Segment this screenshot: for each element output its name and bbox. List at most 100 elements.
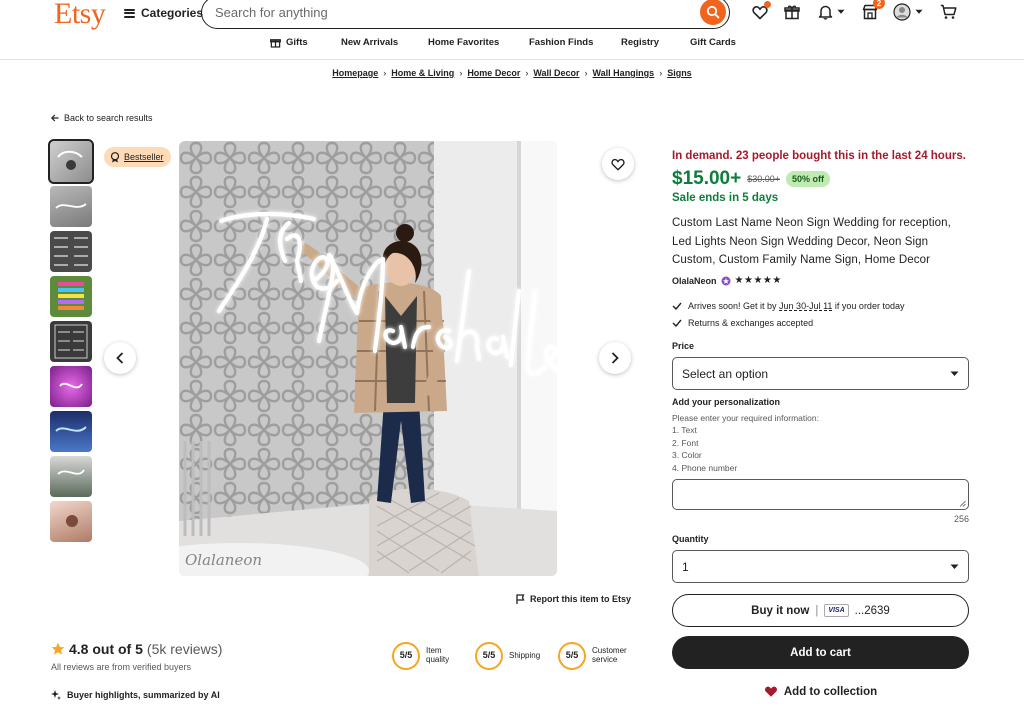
menu-icon (124, 8, 135, 18)
caret-down-icon (950, 371, 959, 376)
thumbnail-7[interactable] (50, 411, 92, 452)
buy-now-label: Buy it now (751, 604, 810, 617)
thumbnail-5[interactable] (50, 321, 92, 362)
thumbnail-3[interactable] (50, 231, 92, 272)
original-price: $30.00+ (747, 174, 781, 184)
instruction-line: 4. Phone number (672, 462, 738, 473)
discount-badge: 50% off (786, 171, 831, 187)
breadcrumb: Homepage › Home & Living › Home Decor › Wall D… (332, 68, 692, 78)
shop-rating-stars: ★★★★★ (734, 275, 782, 286)
cart-button[interactable] (937, 1, 959, 23)
sale-ends-notice: Sale ends in 5 days (672, 192, 779, 204)
returns-text[interactable]: Returns & exchanges accepted (688, 318, 813, 328)
nav-home-favorites[interactable]: Home Favorites (428, 37, 499, 48)
metric-item-quality: 5/5 Item quality (392, 642, 449, 670)
thumbnail-2[interactable] (50, 186, 92, 227)
price-row: $15.00+ $30.00+ 50% off (672, 168, 969, 190)
metric-label: Shipping (509, 650, 541, 660)
breadcrumb-wall-decor[interactable]: Wall Decor (533, 68, 579, 78)
categories-label: Categories (141, 6, 204, 20)
add-to-collection-label: Add to collection (783, 685, 878, 698)
add-to-collection-button[interactable]: Add to collection (672, 685, 969, 698)
arrival-dates[interactable]: Jun 30-Jul 11 (779, 301, 832, 311)
next-image-button[interactable] (599, 342, 631, 374)
shop-manager-button[interactable]: 2 (859, 0, 885, 23)
star-icon (51, 642, 65, 655)
nav-gifts[interactable]: Gifts (270, 37, 308, 48)
shop-name[interactable]: OlalaNeon (672, 276, 717, 286)
gift-icon (784, 5, 800, 20)
thumbnail-9[interactable] (50, 501, 92, 542)
nav-registry[interactable]: Registry (621, 37, 659, 48)
personalization-instructions: Please enter your required information: … (672, 412, 969, 474)
metric-score: 5/5 (558, 642, 586, 670)
search-button[interactable] (700, 0, 726, 25)
main-product-image[interactable]: Olalaneon (179, 141, 557, 576)
ai-highlights-heading: Buyer highlights, summarized by AI (51, 690, 220, 700)
quantity-value: 1 (682, 559, 689, 574)
award-icon (110, 151, 120, 162)
breadcrumb-home-living[interactable]: Home & Living (391, 68, 454, 78)
favorites-button[interactable] (749, 1, 771, 23)
metric-label: quality (426, 655, 450, 664)
etsy-logo[interactable]: Etsy (54, 0, 106, 31)
back-to-search-link[interactable]: Back to search results (51, 113, 153, 123)
bestseller-badge: Bestseller (104, 147, 171, 167)
search-input[interactable] (215, 5, 685, 20)
metric-customer-service: 5/5 Customer service (558, 642, 627, 670)
buy-it-now-button[interactable]: Buy it now | VISA ...2639 (672, 594, 969, 627)
breadcrumb-signs[interactable]: Signs (667, 68, 692, 78)
rating-summary: 4.8 out of 5 (5k reviews) (51, 641, 222, 657)
resize-handle-icon[interactable] (959, 500, 966, 507)
report-item-link[interactable]: Report this item to Etsy (516, 594, 631, 604)
heart-filled-icon (764, 686, 777, 697)
thumbnail-6[interactable] (50, 366, 92, 407)
header-divider (0, 59, 1024, 60)
metric-label: service (592, 655, 618, 664)
thumbnail-8[interactable] (50, 456, 92, 497)
nav-label: Gifts (286, 37, 308, 48)
cart-count-badge: 2 (873, 0, 885, 9)
bestseller-label: Bestseller (124, 152, 164, 162)
instruction-line: 2. Font (672, 437, 699, 448)
add-to-cart-button[interactable]: Add to cart (672, 636, 969, 669)
favorite-item-button[interactable] (602, 148, 634, 180)
report-label: Report this item to Etsy (530, 594, 632, 604)
search-bar (201, 0, 730, 29)
instruction-line: 3. Color (672, 450, 702, 461)
arrow-left-icon (51, 114, 59, 122)
arrival-text-suffix: if you order today (832, 301, 905, 311)
arrival-text: Arrives soon! Get it by (688, 301, 780, 311)
metric-score: 5/5 (392, 642, 420, 670)
arrival-info: Arrives soon! Get it by Jun 30-Jul 11 if… (672, 301, 969, 311)
notifications-button[interactable] (815, 1, 847, 23)
review-count[interactable]: (5k reviews) (147, 641, 222, 657)
nav-fashion-finds[interactable]: Fashion Finds (529, 37, 593, 48)
metric-shipping: 5/5 Shipping (475, 642, 540, 670)
thumbnail-4[interactable] (50, 276, 92, 317)
price-option-select[interactable]: Select an option (672, 357, 969, 390)
account-button[interactable] (892, 1, 924, 23)
breadcrumb-homepage[interactable]: Homepage (332, 68, 378, 78)
chevron-left-icon (116, 352, 124, 364)
nav-new-arrivals[interactable]: New Arrivals (341, 37, 398, 48)
breadcrumb-home-decor[interactable]: Home Decor (467, 68, 520, 78)
metric-score: 5/5 (475, 642, 503, 670)
gifts-button[interactable] (781, 1, 803, 23)
price-label: Price (672, 341, 695, 351)
back-link-label: Back to search results (64, 113, 153, 123)
chevron-down-icon (915, 9, 923, 14)
categories-button[interactable]: Categories (124, 6, 203, 20)
gift-icon (270, 39, 281, 48)
breadcrumb-wall-hangings[interactable]: Wall Hangings (593, 68, 655, 78)
previous-image-button[interactable] (104, 342, 136, 374)
current-price: $15.00+ (672, 168, 742, 189)
personalization-textarea[interactable] (672, 479, 969, 510)
visa-icon: VISA (824, 604, 849, 617)
ai-highlights-label: Buyer highlights, summarized by AI (67, 690, 220, 700)
cart-icon (940, 4, 957, 19)
product-title: Custom Last Name Neon Sign Wedding for r… (672, 217, 951, 266)
quantity-select[interactable]: 1 (672, 550, 969, 583)
thumbnail-1[interactable] (48, 139, 94, 184)
nav-gift-cards[interactable]: Gift Cards (690, 37, 736, 48)
